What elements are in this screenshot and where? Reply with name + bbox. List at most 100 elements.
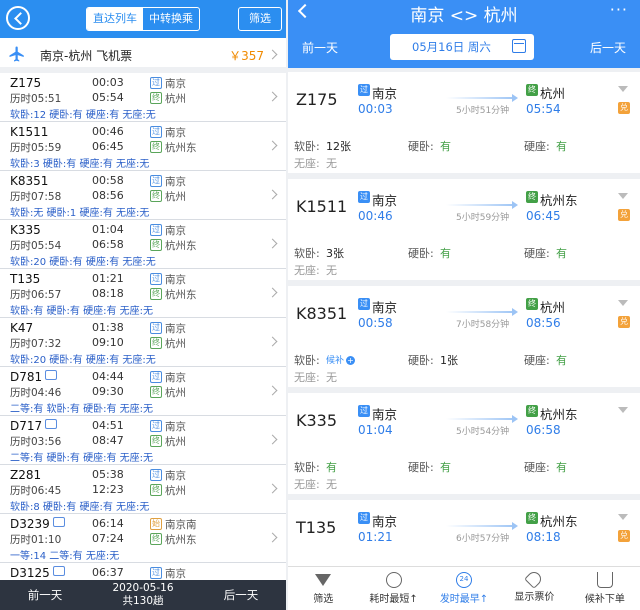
filter-icon [315,574,332,586]
chevron-right-icon [267,385,278,396]
arrive-station: 杭州东 [165,289,197,301]
depart-station: 南京 [165,127,186,139]
train-card[interactable]: K335 过 南京 01:04 5小时54分钟 终 杭州东 06:58 软卧: … [288,393,640,494]
train-duration: 历时05:59 [10,142,62,154]
train-duration: 历时03:56 [10,436,62,448]
right-header: 南京 <> 杭州 ··· 前一天 05月16日 周六 后一天 [288,0,640,68]
train-row[interactable]: T135 历时06:57 01:21 08:18 过 终 南京 杭州东 软卧:有… [0,269,286,318]
expand-caret-icon[interactable] [618,86,628,92]
travel-duration: 5小时59分钟 [456,213,510,223]
train-row[interactable]: K1511 历时05:59 00:46 06:45 过 终 南京 杭州东 软卧:… [0,122,286,171]
toolbar-item[interactable]: 24 发时最早↑ [429,567,499,610]
tab-transfer[interactable]: 中转换乘 [143,8,199,30]
current-date: 2020-05-16 [112,582,174,594]
expand-caret-icon[interactable] [618,407,628,413]
train-card[interactable]: K1511 过 南京 00:46 5小时59分钟 终 杭州东 06:45 兑 软… [288,179,640,280]
more-icon[interactable]: ··· [610,0,628,19]
depart-time: 01:21 [358,530,393,544]
toolbar-item[interactable]: 候补下单 [570,567,640,610]
seat-value: 有 [556,461,567,474]
exchange-badge: 兑 [618,316,630,328]
train-code: K8351 [296,304,348,323]
train-code: K1511 [10,125,49,139]
next-day-button[interactable]: 后一天 [196,580,286,610]
seat-availability: 软卧:12 硬卧:有 硬座:有 无座:无 [10,110,156,121]
depart-time: 04:51 [92,419,124,432]
train-duration: 历时06:57 [10,289,62,301]
train-row[interactable]: K8351 历时07:58 00:58 08:56 过 终 南京 杭州 软卧:无… [0,171,286,220]
seat-label: 软卧: [294,461,320,474]
pass-station-badge: 过 [358,405,370,417]
train-card[interactable]: K8351 过 南京 00:58 7小时58分钟 终 杭州 08:56 兑 软卧… [288,286,640,387]
train-row[interactable]: D3239 历时01:10 06:14 07:24 始 终 南京南 杭州东 一等… [0,514,286,563]
route-arrow [446,415,518,423]
clock-icon [385,572,402,588]
seat-availability: 软卧:有 硬卧:有 硬座:有 无座:无 [10,306,154,317]
seat-label: 无座: [294,478,320,491]
depart-time: 01:38 [92,321,124,334]
train-row[interactable]: Z281 历时06:45 05:38 12:23 过 终 南京 杭州 软卧:8 … [0,465,286,514]
depart-station: 南京 [165,176,186,188]
seat-value: 12张 [326,140,351,153]
date-picker[interactable]: 05月16日 周六 [390,34,534,60]
prev-day-button[interactable]: 前一天 [302,39,338,56]
train-code: K8351 [10,174,49,188]
toolbar-item[interactable]: 筛选 [288,567,358,610]
arrive-time: 06:58 [526,423,561,437]
depart-station: 南京 [165,372,186,384]
chevron-right-icon [267,434,278,445]
exchange-badge: 兑 [618,209,630,221]
train-card[interactable]: Z175 过 南京 00:03 5小时51分钟 终 杭州 05:54 兑 软卧:… [288,72,640,173]
pass-station-badge: 过 [358,298,370,310]
prev-day-button[interactable]: 前一天 [0,580,90,610]
train-row[interactable]: Z175 历时05:51 00:03 05:54 过 终 南京 杭州 软卧:12… [0,73,286,122]
tab-direct-trains[interactable]: 直达列车 [87,8,143,30]
expand-caret-icon[interactable] [618,193,628,199]
train-code: D3239 [10,517,65,531]
expand-caret-icon[interactable] [618,514,628,520]
seat-availability: 软卧:无 硬卧:1 硬座:有 无座:无 [10,208,150,219]
toolbar-label: 候补下单 [584,594,625,605]
train-row[interactable]: D717 历时03:56 04:51 08:47 过 终 南京 杭州 二等:有 … [0,416,286,465]
next-day-button[interactable]: 后一天 [590,39,626,56]
arrive-time: 09:30 [92,385,124,398]
train-row[interactable]: K47 历时07:32 01:38 09:10 过 终 南京 杭州 软卧:20 … [0,318,286,367]
seat-value: 有 [556,247,567,260]
station-type-badge: 终 [150,190,162,202]
filter-button[interactable]: 筛选 [238,7,282,31]
seat-availability: 软卧:8 硬卧:有 硬座:有 无座:无 [10,502,150,513]
train-row[interactable]: D781 历时04:46 04:44 09:30 过 终 南京 杭州 二等:有 … [0,367,286,416]
toolbar-label: 发时最早↑ [439,594,489,605]
station-type-badge: 终 [150,386,162,398]
seat-label: 硬座: [524,247,550,260]
back-icon[interactable] [6,6,30,30]
arrive-station: 杭州东 [165,534,197,546]
station-type-badge: 终 [150,435,162,447]
date-summary: 2020-05-16 共130趟 [90,580,196,610]
seat-value: 有 [556,140,567,153]
toolbar-item[interactable]: 耗时最短↑ [358,567,428,610]
arrive-time: 08:18 [526,530,561,544]
seat-availability: 软卧:20 硬卧:有 硬座:有 无座:无 [10,257,156,268]
depart-station: 南京 [372,407,398,422]
flight-ticket-row[interactable]: 南京-杭州 飞机票 ￥357 [0,38,286,73]
seat-availability: 一等:14 二等:有 无座:无 [10,551,120,562]
train-row[interactable]: K335 历时05:54 01:04 06:58 过 终 南京 杭州东 软卧:2… [0,220,286,269]
seat-label: 无座: [294,264,320,277]
seat-value: 无 [326,157,337,170]
waitlist-badge[interactable]: 候补 + [326,353,356,366]
seat-availability: 二等:有 软卧:有 硬卧:有 无座:无 [10,404,154,415]
expand-caret-icon[interactable] [618,300,628,306]
toolbar-item[interactable]: 显示票价 [499,567,569,610]
chevron-right-icon [267,49,278,60]
train-code: K335 [296,411,338,430]
pass-station-badge: 过 [358,512,370,524]
id-card-icon [45,419,58,429]
depart-time: 00:58 [358,316,393,330]
arrive-station: 杭州东 [165,240,197,252]
train-code: Z281 [10,468,42,482]
flight-title: 南京-杭州 飞机票 [40,49,133,63]
train-code: Z175 [296,90,338,109]
route-arrow [446,308,518,316]
train-duration: 历时05:54 [10,240,62,252]
